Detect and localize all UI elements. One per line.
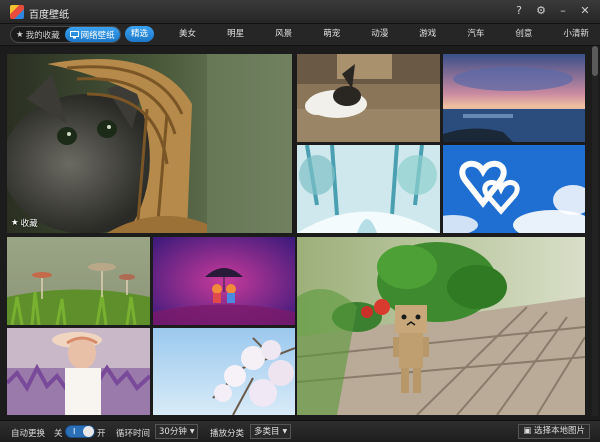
snow-image bbox=[297, 145, 440, 233]
online-wallpaper-button[interactable]: 网络壁纸 bbox=[64, 27, 120, 42]
app-title: 百度壁纸 bbox=[29, 10, 69, 21]
tab-beauty[interactable]: 美女 bbox=[173, 26, 202, 42]
tab-games[interactable]: 游戏 bbox=[413, 26, 442, 42]
category-value: 多类目 bbox=[254, 427, 280, 437]
select-local-image-label: 选择本地图片 bbox=[533, 426, 585, 436]
monitor-icon bbox=[69, 30, 79, 38]
tab-fresh[interactable]: 小清新 bbox=[557, 26, 595, 42]
sunset-image bbox=[443, 54, 585, 142]
category-label: 播放分类 bbox=[210, 429, 245, 439]
wallpaper-thumb-dog[interactable] bbox=[297, 54, 440, 142]
auto-change-toggle[interactable]: I bbox=[65, 425, 95, 438]
tab-cars[interactable]: 汽车 bbox=[461, 26, 490, 42]
off-label: 关 bbox=[54, 429, 63, 439]
star-icon: ★ bbox=[11, 218, 19, 228]
hearts-image bbox=[443, 145, 585, 233]
my-favorites-button[interactable]: ★ 我的收藏 bbox=[11, 27, 65, 42]
wallpaper-thumb-cat[interactable]: ★ 收藏 bbox=[7, 54, 292, 233]
vertical-scrollbar[interactable] bbox=[592, 46, 598, 416]
favorite-label: 收藏 bbox=[20, 219, 38, 229]
my-favorites-label: 我的收藏 bbox=[25, 30, 60, 41]
wallpaper-thumb-blossom[interactable] bbox=[153, 328, 295, 415]
cat-image bbox=[7, 54, 292, 233]
mode-switch: ★ 我的收藏 网络壁纸 bbox=[10, 26, 121, 43]
interval-select[interactable]: 30分钟 ▼ bbox=[155, 424, 199, 439]
help-icon[interactable]: ? bbox=[510, 3, 528, 19]
tab-creative[interactable]: 创意 bbox=[509, 26, 538, 42]
toggle-mark: I bbox=[73, 427, 76, 436]
image-icon: ▣ bbox=[523, 426, 532, 436]
minimize-icon[interactable]: – bbox=[554, 3, 572, 19]
title-bar: 百度壁纸 ? ⚙ – ✕ bbox=[0, 0, 600, 24]
interval-label: 循环时间 bbox=[116, 429, 151, 439]
tab-pets[interactable]: 萌宠 bbox=[317, 26, 346, 42]
wallpaper-thumb-snow[interactable] bbox=[297, 145, 440, 233]
caret-down-icon: ▼ bbox=[282, 428, 288, 435]
bottom-bar: 自动更换 关 I 开 循环时间 30分钟 ▼ 播放分类 多类目 ▼ ▣ 选择本地图片 bbox=[0, 420, 600, 442]
favorite-button[interactable]: ★ 收藏 bbox=[11, 217, 38, 229]
tab-celebrity[interactable]: 明星 bbox=[221, 26, 250, 42]
wallpaper-thumb-mushrooms[interactable] bbox=[7, 237, 150, 325]
caret-down-icon: ▼ bbox=[189, 428, 195, 435]
nav-bar: ★ 我的收藏 网络壁纸 精选 美女 明星 风景 萌宠 动漫 游戏 汽车 创意 小… bbox=[0, 24, 600, 46]
select-local-image-button[interactable]: ▣ 选择本地图片 bbox=[518, 424, 590, 439]
wallpaper-thumb-girl[interactable] bbox=[7, 328, 150, 415]
wallpaper-grid: ★ 收藏 bbox=[7, 54, 585, 415]
tab-featured[interactable]: 精选 bbox=[125, 26, 155, 42]
dog-image bbox=[297, 54, 440, 142]
blossom-image bbox=[153, 328, 295, 415]
interval-value: 30分钟 bbox=[159, 427, 187, 437]
on-label: 开 bbox=[97, 429, 106, 439]
tab-anime[interactable]: 动漫 bbox=[365, 26, 394, 42]
wallpaper-thumb-hearts[interactable] bbox=[443, 145, 585, 233]
scrollbar-thumb[interactable] bbox=[592, 46, 598, 76]
auto-change-label: 自动更换 bbox=[11, 429, 46, 439]
category-select[interactable]: 多类目 ▼ bbox=[250, 424, 292, 439]
app-logo-icon bbox=[10, 5, 24, 19]
window-controls: ? ⚙ – ✕ bbox=[510, 3, 594, 19]
danbo-image bbox=[297, 237, 585, 415]
settings-icon[interactable]: ⚙ bbox=[532, 3, 550, 19]
online-wallpaper-label: 网络壁纸 bbox=[80, 30, 115, 41]
tab-scenery[interactable]: 风景 bbox=[269, 26, 298, 42]
mushrooms-image bbox=[7, 237, 150, 325]
couple-image bbox=[153, 237, 295, 325]
wallpaper-thumb-sunset[interactable] bbox=[443, 54, 585, 142]
category-tabs: 精选 美女 明星 风景 萌宠 动漫 游戏 汽车 创意 小清新 bbox=[125, 26, 595, 42]
star-icon: ★ bbox=[16, 29, 24, 40]
wallpaper-thumb-danbo[interactable] bbox=[297, 237, 585, 415]
toggle-knob bbox=[83, 426, 94, 437]
girl-image bbox=[7, 328, 150, 415]
wallpaper-thumb-couple[interactable] bbox=[153, 237, 295, 325]
close-icon[interactable]: ✕ bbox=[576, 3, 594, 19]
